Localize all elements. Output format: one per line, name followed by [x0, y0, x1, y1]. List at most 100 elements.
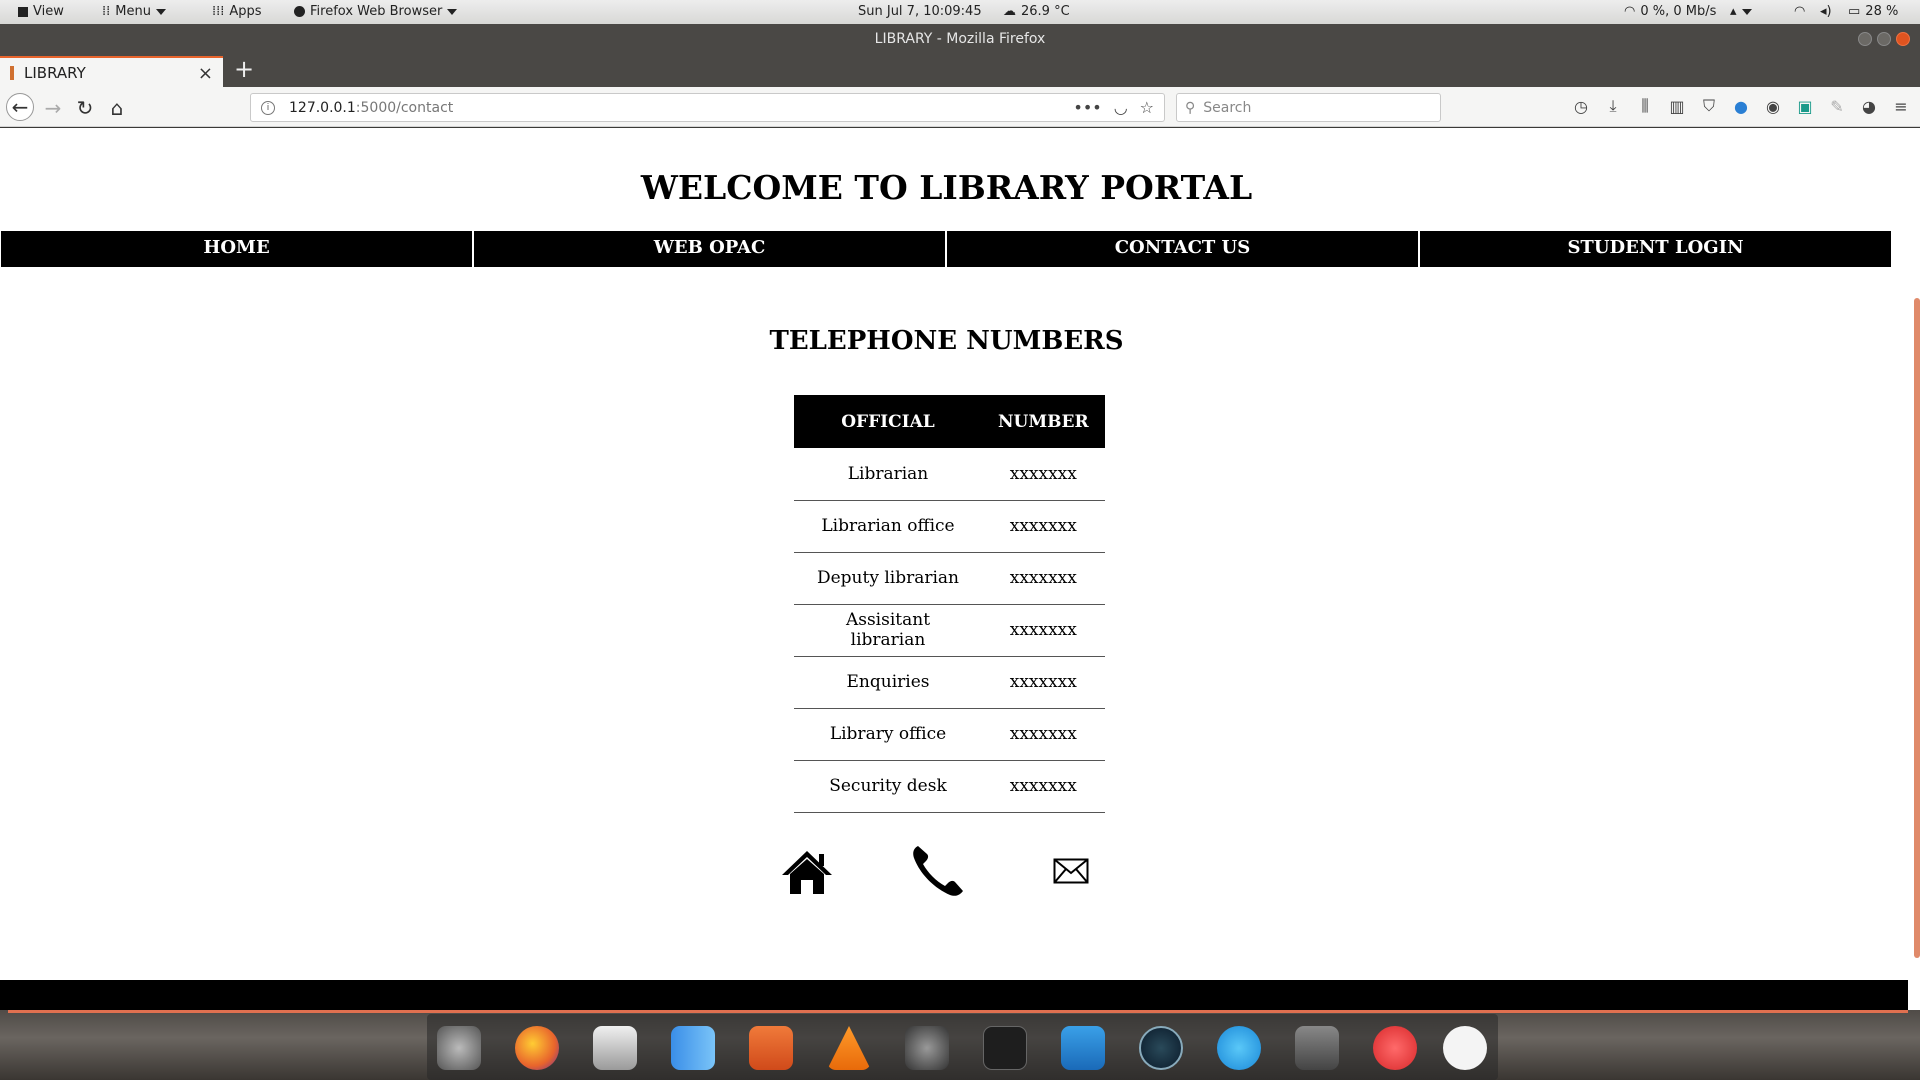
firefox-icon[interactable] — [515, 1026, 559, 1070]
column-header: OFFICIAL — [794, 395, 982, 448]
table-row: Enquiries xxxxxxx — [794, 656, 1105, 709]
chevron-down-icon — [155, 8, 166, 15]
telephone-table: OFFICIAL NUMBER Librarian xxxxxxx Librari… — [794, 395, 1105, 813]
page-footer — [0, 980, 1908, 1010]
clock[interactable]: Sun Jul 7, 10:09:45 — [858, 4, 982, 19]
volume-icon: ◂) — [1820, 4, 1832, 19]
firefox-small-icon — [294, 6, 305, 17]
tab-title: LIBRARY — [24, 63, 86, 82]
network-indicator[interactable]: ◠ 0 %, 0 Mb/s — [1624, 4, 1716, 19]
save-icon[interactable]: ▣ — [1796, 97, 1814, 116]
back-button[interactable]: ← — [6, 93, 34, 121]
bookmark-star-icon[interactable]: ☆ — [1140, 98, 1154, 117]
menu-button[interactable]: ⁞⁞ Menu — [102, 4, 166, 19]
nav-home[interactable]: HOME — [1, 231, 474, 267]
notification-icon: ▴ — [1730, 4, 1737, 19]
wifi-icon: ◠ — [1624, 4, 1636, 19]
vscode-icon[interactable] — [1061, 1026, 1105, 1070]
active-app-menu[interactable]: Firefox Web Browser — [294, 4, 458, 19]
stacer-icon[interactable] — [1139, 1026, 1183, 1070]
favicon-icon — [10, 65, 14, 80]
search-bar[interactable]: ⚲ Search — [1176, 93, 1441, 122]
info-icon[interactable]: i — [261, 100, 275, 115]
forward-button[interactable]: → — [40, 95, 66, 121]
pen-icon[interactable]: ✎ — [1828, 97, 1846, 116]
installer-icon[interactable] — [593, 1026, 637, 1070]
table-header-row: OFFICIAL NUMBER — [794, 395, 1105, 448]
close-tab-icon[interactable]: × — [198, 63, 213, 84]
official-cell: Deputy librarian — [794, 552, 982, 605]
cloud-icon: ☁ — [1003, 4, 1016, 19]
official-cell: Library office — [794, 708, 982, 761]
home-button[interactable]: ⌂ — [104, 95, 130, 121]
phone-icon[interactable] — [910, 842, 968, 900]
library-icon[interactable]: ⫼ — [1636, 96, 1654, 115]
system-settings-icon[interactable] — [437, 1026, 481, 1070]
mail-icon[interactable] — [1053, 858, 1089, 884]
app-icon[interactable] — [1443, 1026, 1487, 1070]
battery-icon: ▭ — [1848, 4, 1861, 19]
apps-button[interactable]: ⁞⁞⁞ Apps — [212, 4, 262, 19]
official-cell: Assisitant librarian — [794, 604, 982, 657]
wifi-status[interactable]: ◠ — [1794, 4, 1805, 19]
tab-library[interactable]: LIBRARY × — [0, 56, 223, 87]
help-icon[interactable] — [1373, 1026, 1417, 1070]
pocket-icon[interactable]: ◡ — [1114, 98, 1128, 117]
new-tab-button[interactable]: + — [234, 55, 254, 83]
close-window-button[interactable] — [1896, 32, 1910, 46]
reload-button[interactable]: ↻ — [72, 95, 98, 121]
extension-blue-icon[interactable]: ● — [1732, 97, 1750, 116]
hamburger-menu-icon[interactable]: ≡ — [1892, 97, 1910, 116]
navigation-toolbar: ← → ↻ ⌂ i 127.0.0.1 :5000/contact ••• ◡ … — [0, 87, 1920, 127]
wifi-icon: ◠ — [1794, 4, 1806, 19]
page-scrollbar[interactable] — [1914, 298, 1920, 958]
dock — [427, 1014, 1498, 1080]
finder-icon[interactable] — [671, 1026, 715, 1070]
nav-web-opac[interactable]: WEB OPAC — [474, 231, 947, 267]
nav-student-login[interactable]: STUDENT LOGIN — [1420, 231, 1891, 267]
view-menu[interactable]: View — [18, 4, 64, 19]
home-icon[interactable] — [780, 848, 834, 896]
sidebar-icon[interactable]: ▥ — [1668, 97, 1686, 116]
terminal-icon[interactable] — [983, 1026, 1027, 1070]
desktop-dock-area — [0, 1010, 1920, 1080]
table-row: Library office xxxxxxx — [794, 708, 1105, 761]
web-page: WELCOME TO LIBRARY PORTAL HOME WEB OPAC … — [0, 128, 1920, 1010]
account-icon[interactable]: ◕ — [1860, 97, 1878, 116]
volume-status[interactable]: ◂) — [1820, 4, 1832, 19]
number-cell: xxxxxxx — [982, 708, 1105, 761]
number-cell: xxxxxxx — [982, 500, 1105, 553]
battery-status[interactable]: ▭ 28 % — [1848, 4, 1898, 19]
image-editor-icon[interactable] — [749, 1026, 793, 1070]
minimize-button[interactable] — [1858, 32, 1872, 46]
gear-icon[interactable] — [905, 1026, 949, 1070]
official-cell: Security desk — [794, 760, 982, 813]
weather-indicator[interactable]: ☁ 26.9 °C — [1003, 4, 1070, 19]
toolbar-icons: ◷ ⤓ ⫼ ▥ ⛉ ● ◉ ▣ ✎ ◕ ≡ — [1572, 96, 1910, 116]
url-host: 127.0.0.1 — [289, 99, 356, 116]
page-actions-icon[interactable]: ••• — [1073, 98, 1101, 117]
main-nav: HOME WEB OPAC CONTACT US STUDENT LOGIN — [1, 231, 1891, 267]
number-cell: xxxxxxx — [982, 604, 1105, 657]
shield-icon[interactable]: ⛉ — [1700, 96, 1718, 115]
number-cell: xxxxxxx — [982, 656, 1105, 709]
number-cell: xxxxxxx — [982, 760, 1105, 813]
tray-icons[interactable]: ▴ — [1730, 4, 1752, 19]
vlc-icon[interactable] — [827, 1026, 871, 1070]
url-bar[interactable]: i 127.0.0.1 :5000/contact ••• ◡ ☆ — [250, 93, 1165, 122]
home-icon: ⌂ — [110, 96, 124, 120]
download-icon[interactable]: ⤓ — [1604, 96, 1622, 115]
extension-mask-icon[interactable]: ◉ — [1764, 97, 1782, 116]
official-cell: Librarian office — [794, 500, 982, 553]
official-cell: Librarian — [794, 448, 982, 501]
dock-divider — [8, 1010, 1908, 1013]
window-title: LIBRARY - Mozilla Firefox — [874, 31, 1046, 47]
settings-icon[interactable] — [1217, 1026, 1261, 1070]
grid-icon: ⁞⁞⁞ — [212, 4, 225, 19]
nav-contact-us[interactable]: CONTACT US — [947, 231, 1420, 267]
history-icon[interactable]: ◷ — [1572, 97, 1590, 116]
window-titlebar: LIBRARY - Mozilla Firefox — [0, 24, 1920, 54]
maximize-button[interactable] — [1877, 32, 1891, 46]
window-controls — [1858, 32, 1910, 46]
font-app-icon[interactable] — [1295, 1026, 1339, 1070]
